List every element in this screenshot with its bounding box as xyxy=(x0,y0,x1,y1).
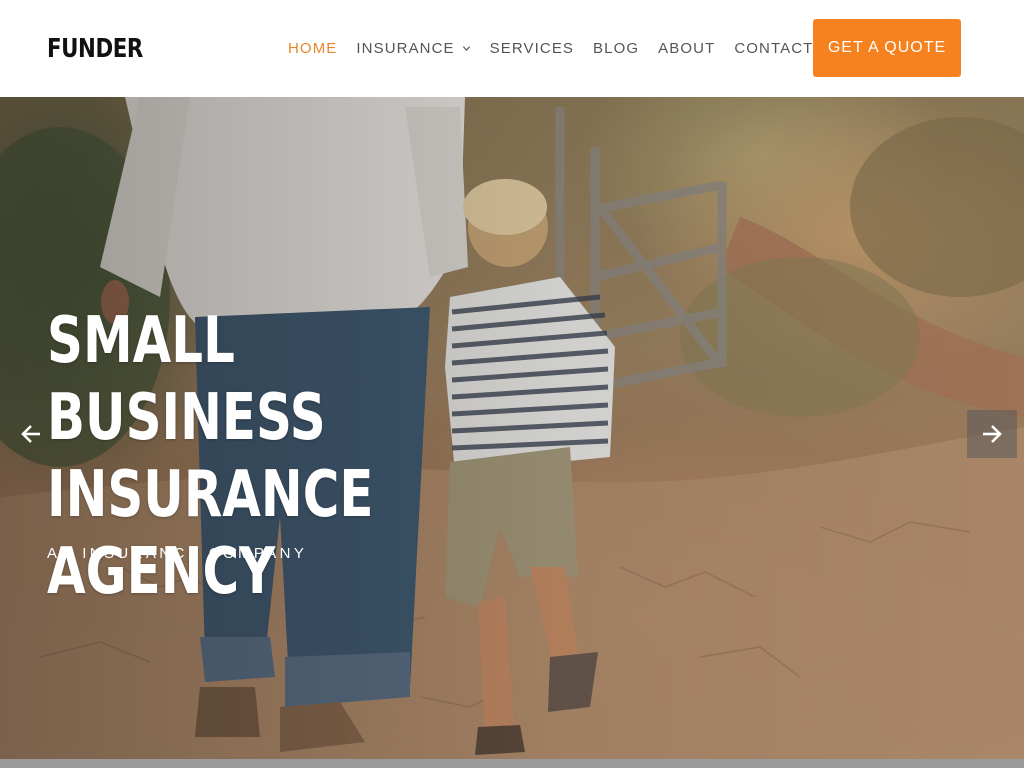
nav-insurance[interactable]: INSURANCE xyxy=(356,40,470,57)
nav-blog[interactable]: BLOG xyxy=(593,40,639,57)
nav-services-label: SERVICES xyxy=(489,39,575,57)
nav-home-label: HOME xyxy=(288,39,338,57)
site-logo[interactable]: FUNDER xyxy=(47,34,143,64)
next-section-edge xyxy=(0,759,1024,768)
main-nav: HOME INSURANCE SERVICES BLOG ABOUT CONTA… xyxy=(288,39,832,57)
hero-title: SMALL BUSINESS INSURANCE AGENCY xyxy=(47,303,453,611)
nav-contact[interactable]: CONTACT xyxy=(734,40,813,57)
hero-title-line-2: INSURANCE xyxy=(47,458,374,532)
slider-prev-button[interactable] xyxy=(18,422,46,446)
nav-services[interactable]: SERVICES xyxy=(490,40,574,57)
nav-insurance-label: INSURANCE xyxy=(356,39,455,57)
hero-subtitle: AN INSURANCE COMPANY xyxy=(47,545,308,562)
nav-blog-label: BLOG xyxy=(593,39,640,57)
site-header: FUNDER HOME INSURANCE SERVICES BLOG ABOU… xyxy=(0,0,1024,97)
get-a-quote-button[interactable]: GET A QUOTE xyxy=(813,19,961,77)
nav-home[interactable]: HOME xyxy=(288,40,337,57)
hero-slider: SMALL BUSINESS INSURANCE AGENCY AN INSUR… xyxy=(0,97,1024,759)
nav-contact-label: CONTACT xyxy=(734,39,814,57)
hero-title-line-1: SMALL BUSINESS xyxy=(47,304,326,455)
arrow-left-icon xyxy=(21,425,40,443)
chevron-down-icon xyxy=(462,45,470,51)
arrow-right-icon xyxy=(983,425,1002,443)
nav-about-label: ABOUT xyxy=(658,39,716,57)
slider-next-button[interactable] xyxy=(967,410,1017,458)
nav-about[interactable]: ABOUT xyxy=(658,40,715,57)
